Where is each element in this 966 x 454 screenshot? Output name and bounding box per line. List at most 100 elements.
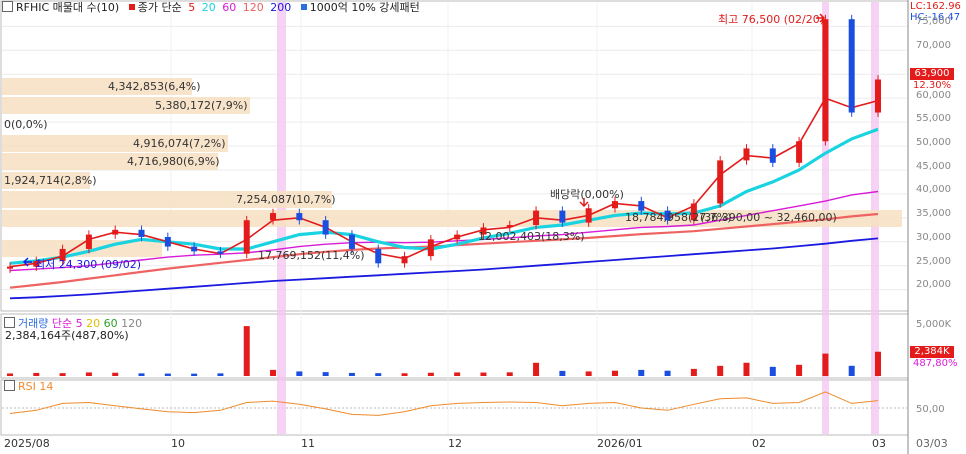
volume-last-label: 2,384,164주(487,80%)	[5, 329, 129, 342]
volume-bar	[717, 365, 724, 376]
legend-ma-60: 60	[222, 1, 237, 14]
price-chart-svg	[0, 0, 966, 454]
candle-body	[348, 234, 355, 249]
candle-body	[85, 234, 92, 249]
volume-bar	[138, 373, 145, 376]
volume-tick: 5,000K	[916, 319, 952, 330]
price-tick: 60,000	[916, 90, 951, 101]
price-tick: 35,000	[916, 208, 951, 219]
x-axis-label: 2025/08	[4, 437, 50, 450]
price-tick: 70,000	[916, 40, 951, 51]
candle-body	[427, 239, 434, 257]
volume-bar	[7, 373, 13, 376]
volume-badge: 2,384K	[910, 346, 954, 358]
volume-bar	[690, 368, 697, 376]
volume-bar	[270, 369, 277, 376]
candle-body	[112, 229, 119, 235]
x-axis-label: 11	[301, 437, 315, 450]
candle-body	[164, 236, 171, 247]
candle-body	[7, 266, 13, 269]
dividend-annotation: 배당락(0,00%)	[550, 188, 624, 201]
current-price-badge: 63,900	[910, 68, 954, 80]
volume-bar	[375, 373, 382, 376]
volume-bar	[743, 362, 750, 376]
candle-body	[138, 229, 145, 237]
candle-body	[322, 220, 329, 235]
box-mid-annotation: 12,002,403(18,3%)	[478, 230, 585, 243]
volume-bar	[480, 372, 487, 376]
legend-ma-20: 20	[201, 1, 216, 14]
candle-body	[375, 248, 382, 264]
volume-bar	[769, 366, 776, 376]
volume-bar	[243, 326, 250, 376]
ma-swatch-icon	[128, 4, 135, 10]
volume-bar	[427, 372, 434, 376]
volume-bar	[296, 371, 303, 376]
price-tick: 50,000	[916, 137, 951, 148]
volume-bar	[796, 364, 803, 376]
volume-bar	[875, 351, 881, 376]
volume-profile-label: 1,924,714(2,8%)	[4, 174, 97, 187]
volume-profile-label: 4,716,980(6,9%)	[127, 155, 220, 168]
volume-pct-label: 487,80%	[913, 358, 958, 369]
lc-label: LC:162.96	[910, 1, 961, 12]
volume-bar	[322, 372, 329, 376]
volume-profile-label: 7,254,087(10,7%)	[236, 193, 336, 206]
volume-profile-label: 4,342,853(6,4%)	[108, 80, 201, 93]
volume-bar	[33, 372, 40, 376]
candle-body	[533, 210, 540, 226]
volume-bar	[822, 353, 829, 376]
volume-bar	[191, 373, 198, 376]
box-lower-annotation: 17,769,152(11,4%)	[258, 249, 365, 262]
volume-bar	[85, 372, 92, 376]
candle-body	[822, 19, 829, 142]
candle-body	[769, 148, 776, 163]
legend-ma-120: 120	[242, 1, 264, 14]
price-tick: 30,000	[916, 232, 951, 243]
volume-bar	[848, 365, 855, 376]
rsi-title: RSI 14	[18, 380, 54, 393]
volume-bar	[59, 373, 66, 376]
checkbox-icon[interactable]	[2, 1, 13, 12]
x-axis-label: 10	[171, 437, 185, 450]
volume-bar	[217, 373, 224, 376]
candle-body	[401, 256, 408, 264]
volume-bar	[638, 369, 645, 376]
rsi-legend: RSI 14	[2, 380, 53, 393]
rsi-tick: 50,00	[916, 404, 945, 415]
candle-body	[848, 19, 855, 113]
low-price-annotation: 최저 24,300 (09/02)	[35, 258, 142, 271]
volume-bar	[664, 370, 671, 376]
x-axis-label: 12	[448, 437, 462, 450]
box-volume-annotation: 18,784,958(27,7%)	[625, 211, 732, 224]
candle-body	[191, 246, 198, 252]
volume-bar	[164, 373, 171, 376]
candle-body	[638, 201, 645, 211]
volume-bar	[112, 372, 119, 376]
volume-bar	[506, 372, 513, 376]
candle-body	[743, 148, 750, 161]
checkbox-icon[interactable]	[4, 380, 15, 391]
price-tick: 55,000	[916, 113, 951, 124]
x-axis-label: 2026/01	[597, 437, 643, 450]
candle-body	[270, 213, 277, 221]
volume-bar	[611, 370, 618, 376]
price-tick: 75,000	[916, 16, 951, 27]
pattern-swatch-icon	[300, 4, 307, 10]
candle-body	[559, 210, 566, 223]
volume-bar	[559, 370, 566, 376]
volume-profile-label: 5,380,172(7,9%)	[155, 99, 248, 112]
chart-legend: RFHIC 매물대 수(10) 종가 단순 5 20 60 120 200 10…	[0, 0, 423, 16]
candle-body	[796, 141, 803, 163]
candle-body	[454, 234, 461, 240]
candle-body	[506, 225, 513, 228]
candle-body	[585, 208, 592, 223]
price-tick: 45,000	[916, 161, 951, 172]
x-axis-label: 02	[752, 437, 766, 450]
legend-stock: RFHIC 매물대 수(10)	[16, 1, 120, 14]
legend-ma-200: 200	[270, 1, 292, 14]
x-axis-label: 03	[872, 437, 886, 450]
x-axis-date-label: 03/03	[916, 437, 948, 450]
candle-body	[717, 160, 724, 204]
volume-profile-label: 0(0,0%)	[4, 118, 48, 131]
